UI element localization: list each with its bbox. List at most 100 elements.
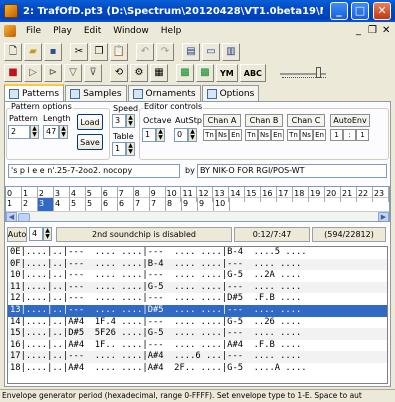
autostep-input[interactable]: 0 — [174, 128, 188, 142]
position-pattern-cell[interactable]: 6 — [118, 198, 134, 211]
app-icon[interactable] — [4, 4, 18, 18]
pattern-row[interactable]: 13|....|..|--- .... ....|D#5 .... ....|-… — [8, 304, 387, 317]
window-tile-vertical-icon[interactable]: ▥ — [222, 43, 240, 61]
open-folder-icon[interactable]: ▰ — [24, 43, 42, 61]
position-pattern-cell[interactable]: 8 — [166, 198, 182, 211]
play-pattern-from-icon[interactable]: ⊽ — [84, 64, 102, 82]
auto-spinner[interactable]: ▲ ▼ — [43, 227, 52, 241]
ym-chip-button[interactable]: YM — [216, 64, 238, 82]
positions-list[interactable]: 0 1 2 3 4 5 6 7 8 9 10 11 12 13 14 15 16 17 18 19 20 21 22 23 1… — [5, 186, 390, 222]
autoenv-button[interactable]: AutoEnv — [330, 114, 370, 127]
toggle-samples-icon[interactable]: ⚙ — [130, 64, 148, 82]
pattern-number-spinner[interactable]: ▲ ▼ — [30, 125, 39, 139]
chan-b-button[interactable]: Chan B — [245, 114, 283, 127]
position-pattern-cell[interactable]: 3 — [38, 198, 54, 211]
green-chip-2-icon[interactable]: ▩ — [196, 64, 214, 82]
position-index[interactable]: 21 — [341, 187, 357, 202]
position-pattern-cell[interactable]: 7 — [150, 198, 166, 211]
position-index[interactable]: 18 — [293, 187, 310, 202]
cut-icon[interactable]: ✂ — [70, 43, 88, 61]
scroll-right-icon[interactable]: ▶ — [378, 212, 389, 221]
pattern-row[interactable]: 0F|....|..|--- .... ....|B-4 .... ....|-… — [8, 258, 387, 271]
pattern-length-spinner[interactable]: ▲ ▼ — [59, 125, 68, 139]
octave-spinner[interactable]: ▲ ▼ — [156, 128, 165, 142]
window-cascade-icon[interactable]: ▤ — [182, 43, 200, 61]
position-pattern-cell[interactable]: 9 — [198, 198, 214, 211]
position-pattern-cell[interactable]: 5 — [86, 198, 102, 211]
window-tile-horizontal-icon[interactable]: ▭ — [202, 43, 220, 61]
chan-b-noise-toggle[interactable]: Ns — [258, 129, 271, 141]
scroll-left-icon[interactable]: ◀ — [6, 212, 17, 221]
close-button[interactable]: ✕ — [373, 2, 391, 20]
play-pattern-icon[interactable]: ▽ — [64, 64, 82, 82]
position-index[interactable]: 17 — [277, 187, 294, 202]
pattern-row[interactable]: 17|....|..|--- .... ....|A#4 ....6 ...|-… — [8, 351, 387, 363]
stop-icon[interactable]: ■ — [4, 64, 22, 82]
position-index[interactable]: 16 — [261, 187, 278, 202]
menu-edit[interactable]: Edit — [78, 26, 107, 36]
toggle-chip-icon[interactable]: ▦ — [150, 64, 168, 82]
chan-b-envelope-toggle[interactable]: En — [271, 129, 284, 141]
pattern-length-input[interactable]: 47 — [43, 125, 59, 139]
chan-c-button[interactable]: Chan C — [287, 114, 325, 127]
chan-c-tone-toggle[interactable]: Tn — [287, 129, 300, 141]
position-pattern-cell[interactable]: 9 — [182, 198, 198, 211]
octave-input[interactable]: 1 — [142, 128, 156, 142]
chan-c-envelope-toggle[interactable]: En — [313, 129, 326, 141]
menu-play[interactable]: Play — [47, 26, 78, 36]
position-index[interactable]: 15 — [245, 187, 262, 202]
volume-slider[interactable] — [279, 66, 328, 80]
green-chip-icon[interactable]: ▩ — [176, 64, 194, 82]
position-index[interactable]: 22 — [357, 187, 373, 202]
position-pattern-cell[interactable]: 5 — [70, 198, 86, 211]
position-index[interactable]: 19 — [309, 187, 326, 202]
scroll-thumb[interactable] — [18, 213, 30, 221]
maximize-button[interactable]: □ — [351, 2, 369, 20]
pattern-editor-grid[interactable]: 0E|....|..|--- .... ....|--- .... ....|B… — [7, 246, 388, 384]
pattern-row[interactable]: 0E|....|..|--- .... ....|--- .... ....|B… — [8, 247, 387, 259]
save-button[interactable]: Save — [77, 134, 103, 150]
pattern-row[interactable]: 14|....|..|A#4 1F.4 ....|--- .... ....|G… — [8, 317, 387, 329]
tab-patterns[interactable]: Patterns — [4, 84, 65, 102]
position-pattern-cell[interactable]: 4 — [54, 198, 70, 211]
tab-options[interactable]: Options — [201, 85, 260, 102]
menu-file[interactable]: File — [20, 26, 47, 36]
song-title-input[interactable]: 's p l e e n'.25-7-2oo2. nocopy — [8, 164, 180, 178]
minimize-button[interactable]: _ — [330, 2, 348, 20]
pattern-row[interactable]: 18|....|..|A#4 .... ....|A#4 2F.. ....|G… — [8, 363, 387, 375]
tab-samples[interactable]: Samples — [65, 85, 127, 102]
position-pattern-cell[interactable]: 6 — [102, 198, 118, 211]
play-icon[interactable]: ▷ — [24, 64, 42, 82]
position-pattern-cell[interactable]: 10 — [214, 198, 230, 211]
chan-a-envelope-toggle[interactable]: En — [229, 129, 242, 141]
position-pattern-cell[interactable]: 1 — [6, 198, 22, 211]
abc-stereo-button[interactable]: ABC — [239, 64, 266, 82]
chan-a-tone-toggle[interactable]: Tn — [203, 129, 216, 141]
save-disk-icon[interactable]: ▪ — [44, 43, 62, 61]
chan-b-tone-toggle[interactable]: Tn — [245, 129, 258, 141]
mdi-minimize-button[interactable]: _ — [356, 25, 361, 36]
position-index[interactable]: 14 — [229, 187, 246, 202]
menu-window[interactable]: Window — [107, 26, 155, 36]
redo-icon[interactable]: ↷ — [156, 43, 174, 61]
chan-a-noise-toggle[interactable]: Ns — [216, 129, 229, 141]
title-bar[interactable]: 2: TrafOfD.pt3 (D:\Spectrum\20120428\VT1… — [0, 0, 395, 22]
pattern-number-input[interactable]: 2 — [8, 125, 30, 139]
volume-slider-thumb[interactable] — [315, 67, 321, 78]
mdi-close-button[interactable]: ✕ — [382, 25, 390, 36]
pattern-row[interactable]: 15|....|..|D#5 5F26 ....|G-5 .... ....|-… — [8, 328, 387, 340]
paste-icon[interactable]: 📋 — [110, 43, 128, 61]
author-input[interactable]: BY NIK-O FOR RGI/POS-WT — [197, 164, 387, 178]
auto-input[interactable]: 4 — [29, 227, 43, 241]
mdi-child-icon[interactable] — [4, 25, 16, 37]
menu-help[interactable]: Help — [155, 26, 188, 36]
pattern-row[interactable]: 16|....|..|A#4 1F.. ....|--- .... ....|A… — [8, 340, 387, 352]
chan-a-button[interactable]: Chan A — [203, 114, 241, 127]
autoenv-denominator[interactable]: 1 — [356, 129, 369, 141]
position-index[interactable]: 23 — [373, 187, 389, 202]
pattern-row[interactable]: 11|....|..|--- .... ....|G-5 .... ....|-… — [8, 281, 387, 294]
table-spinner[interactable]: ▲ ▼ — [126, 142, 135, 156]
new-file-icon[interactable]: 🗋 — [4, 43, 22, 61]
copy-icon[interactable]: ❐ — [90, 43, 108, 61]
table-input[interactable]: 1 — [112, 142, 126, 156]
